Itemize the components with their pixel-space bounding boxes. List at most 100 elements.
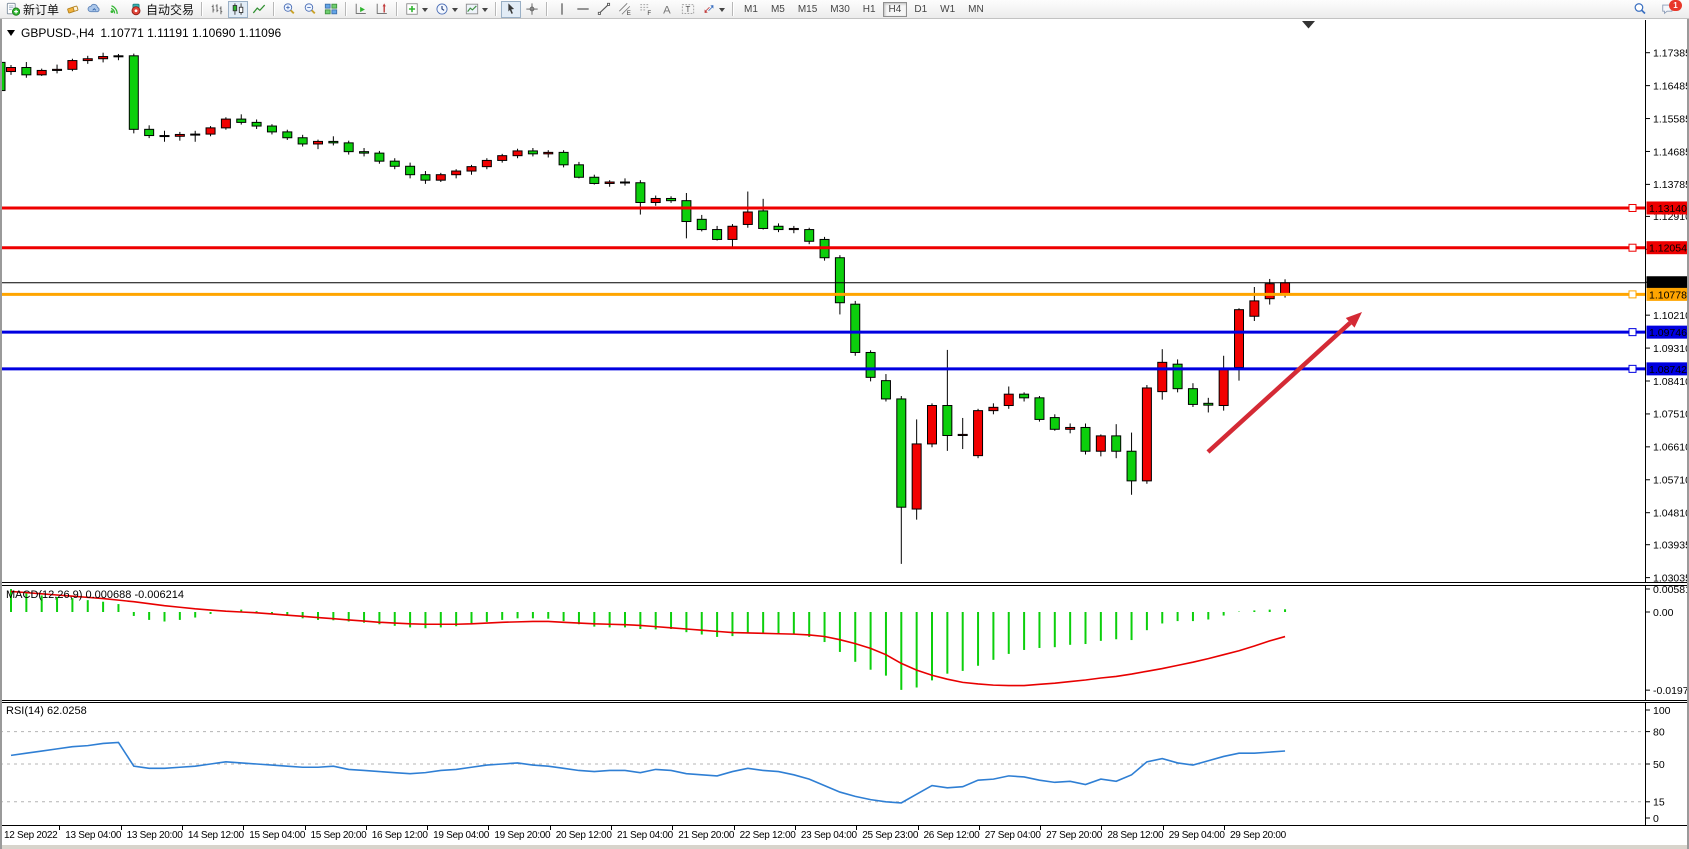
time-tick xyxy=(734,826,735,830)
time-label: 15 Sep 20:00 xyxy=(311,830,367,841)
horizontal-line-object[interactable]: 1.08742 xyxy=(0,362,1688,376)
signals-button[interactable] xyxy=(105,1,125,18)
candles-icon xyxy=(231,2,245,16)
zoom-out-icon xyxy=(303,2,317,16)
toolbar-separator xyxy=(345,2,347,16)
search-button[interactable] xyxy=(1630,1,1650,18)
candle xyxy=(1173,359,1182,392)
line-handle-icon[interactable] xyxy=(1629,329,1636,336)
line-handle-icon[interactable] xyxy=(1629,204,1636,211)
indicators-button[interactable] xyxy=(402,1,431,18)
candle xyxy=(1050,414,1059,430)
chevron-down-icon[interactable] xyxy=(452,8,458,15)
candle-body xyxy=(713,230,722,240)
zoom-out-button[interactable] xyxy=(300,1,320,18)
periods-button[interactable] xyxy=(432,1,461,18)
chat-button[interactable]: 1 xyxy=(1658,1,1678,18)
timeframe-mn[interactable]: MN xyxy=(962,2,990,17)
time-label: 23 Sep 04:00 xyxy=(801,830,857,841)
time-label: 15 Sep 04:00 xyxy=(249,830,305,841)
price-chart-pane[interactable]: 1.173851.164851.155851.146851.137851.129… xyxy=(0,19,1689,582)
macd-name: MACD(12,26,9) xyxy=(6,589,82,601)
chart-shift-button[interactable] xyxy=(372,1,392,18)
timeframe-d1[interactable]: D1 xyxy=(908,2,933,17)
equidistant-channel-button[interactable]: E xyxy=(615,1,635,18)
macd-pane[interactable]: 0.0058180.00-0.01977 xyxy=(0,586,1689,700)
timeframe-m1[interactable]: M1 xyxy=(738,2,764,17)
candle-body xyxy=(283,132,292,138)
line-handle-icon[interactable] xyxy=(1629,365,1636,372)
time-tick xyxy=(1224,826,1225,830)
line-handle-icon[interactable] xyxy=(1629,291,1636,298)
arrows-button[interactable] xyxy=(699,1,728,18)
fibonacci-button[interactable]: F xyxy=(636,1,656,18)
symbol-dropdown-icon[interactable] xyxy=(7,30,15,40)
rsi-pane[interactable]: 1008050150 xyxy=(0,703,1689,825)
horizontal-line-object[interactable]: 1.09746 xyxy=(0,326,1688,340)
arrow-line[interactable] xyxy=(1208,323,1350,452)
time-label: 25 Sep 23:00 xyxy=(862,830,918,841)
candle xyxy=(559,150,568,167)
horizontal-line-button[interactable] xyxy=(573,1,593,18)
chart-shift-marker-icon[interactable] xyxy=(1302,21,1315,29)
toolbar-group-zoom xyxy=(279,1,341,18)
notification-badge: 1 xyxy=(1669,0,1682,11)
vertical-line-button[interactable] xyxy=(552,1,572,18)
time-axis[interactable]: 12 Sep 202213 Sep 04:0013 Sep 20:0014 Se… xyxy=(0,826,1689,845)
time-tick xyxy=(59,826,60,830)
chevron-down-icon[interactable] xyxy=(719,8,725,15)
timeframe-h1[interactable]: H1 xyxy=(857,2,882,17)
candle xyxy=(390,158,399,169)
template-icon xyxy=(465,2,479,16)
horizontal-line-object[interactable]: 1.13140 xyxy=(0,201,1688,215)
candle xyxy=(452,169,461,178)
horizontal-line-object[interactable]: 1.12054 xyxy=(0,241,1688,255)
candle-body xyxy=(452,171,461,175)
chevron-down-icon[interactable] xyxy=(482,8,488,15)
candle-body xyxy=(697,219,706,229)
timeframe-w1[interactable]: W1 xyxy=(934,2,961,17)
templates-button[interactable] xyxy=(462,1,491,18)
candle xyxy=(206,126,215,136)
pane-splitter-2[interactable] xyxy=(0,700,1689,703)
auto-scroll-button[interactable] xyxy=(351,1,371,18)
price-tick-label: 1.03035 xyxy=(1653,572,1689,582)
line-handle-icon[interactable] xyxy=(1629,244,1636,251)
chevron-down-icon[interactable] xyxy=(422,8,428,15)
candle-chart-button[interactable] xyxy=(228,1,248,18)
candle-body xyxy=(605,182,614,183)
timeframe-m5[interactable]: M5 xyxy=(765,2,791,17)
trendline-button[interactable] xyxy=(594,1,614,18)
timeframe-m30[interactable]: M30 xyxy=(824,2,855,17)
cursor-button[interactable] xyxy=(501,1,521,18)
zoom-in-button[interactable] xyxy=(279,1,299,18)
auto-trading-button[interactable]: 自动交易 xyxy=(126,1,197,18)
price-tick-label: 1.16485 xyxy=(1653,80,1689,92)
candle xyxy=(544,150,553,157)
line-chart-button[interactable] xyxy=(249,1,269,18)
cloud-button[interactable] xyxy=(84,1,104,18)
text-button[interactable]: A xyxy=(657,1,677,18)
new-order-button[interactable]: 新订单 xyxy=(3,1,62,18)
candle xyxy=(1112,424,1121,458)
eraser-button[interactable] xyxy=(63,1,83,18)
text-label-button[interactable]: T xyxy=(678,1,698,18)
time-tick xyxy=(979,826,980,830)
candle-body xyxy=(621,182,630,183)
candle xyxy=(83,56,92,64)
toolbar-separator xyxy=(396,2,398,16)
tile-windows-button[interactable] xyxy=(321,1,341,18)
pane-splitter[interactable] xyxy=(0,582,1689,586)
candle xyxy=(22,62,31,78)
candle-body xyxy=(83,59,92,61)
timeframe-m15[interactable]: M15 xyxy=(792,2,823,17)
candle-body xyxy=(1142,388,1151,481)
candle xyxy=(1250,287,1259,321)
candle-body xyxy=(252,122,261,126)
macd-label: MACD(12,26,9) 0.000688 -0.006214 xyxy=(6,589,184,601)
crosshair-button[interactable] xyxy=(522,1,542,18)
candle-body xyxy=(1035,398,1044,420)
bar-chart-button[interactable] xyxy=(207,1,227,18)
timeframe-h4[interactable]: H4 xyxy=(883,2,908,17)
price-tick-label: 1.17385 xyxy=(1653,48,1689,60)
